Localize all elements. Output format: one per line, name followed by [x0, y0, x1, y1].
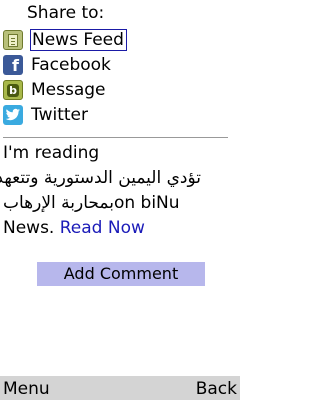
- message-icon: b: [3, 80, 23, 100]
- message-headline-arabic-end: بمحاربة الإرهاب: [3, 193, 114, 213]
- menu-softkey[interactable]: Menu: [3, 378, 50, 400]
- read-now-link[interactable]: Read Now: [60, 218, 145, 238]
- share-message: I'm reading تؤدي اليمين الدستورية وتتعهد…: [0, 141, 233, 241]
- message-line: I'm reading: [3, 143, 100, 163]
- back-softkey[interactable]: Back: [196, 378, 237, 400]
- share-option-message[interactable]: b Message: [3, 79, 223, 101]
- news-feed-icon: [3, 30, 23, 50]
- twitter-icon: [3, 105, 23, 125]
- share-option-news-feed[interactable]: News Feed: [3, 29, 223, 51]
- share-option-label: Twitter: [31, 105, 88, 125]
- message-source-end: News.: [3, 218, 55, 238]
- add-comment-button[interactable]: Add Comment: [37, 262, 205, 286]
- share-option-facebook[interactable]: f Facebook: [3, 54, 223, 76]
- share-title: Share to:: [27, 3, 105, 23]
- share-option-label: News Feed: [30, 29, 127, 51]
- message-line: News. Read Now: [3, 216, 233, 241]
- share-option-label: Message: [31, 80, 106, 100]
- share-option-twitter[interactable]: Twitter: [3, 104, 223, 126]
- facebook-icon: f: [3, 55, 23, 75]
- softkey-bar: Menu Back: [0, 376, 240, 400]
- message-headline-arabic: تؤدي اليمين الدستورية وتتعهد: [0, 168, 201, 188]
- share-option-label: Facebook: [31, 55, 111, 75]
- message-line: بمحاربة الإرهابon biNu: [3, 191, 233, 216]
- divider: [3, 137, 228, 138]
- message-source: on biNu: [113, 193, 180, 213]
